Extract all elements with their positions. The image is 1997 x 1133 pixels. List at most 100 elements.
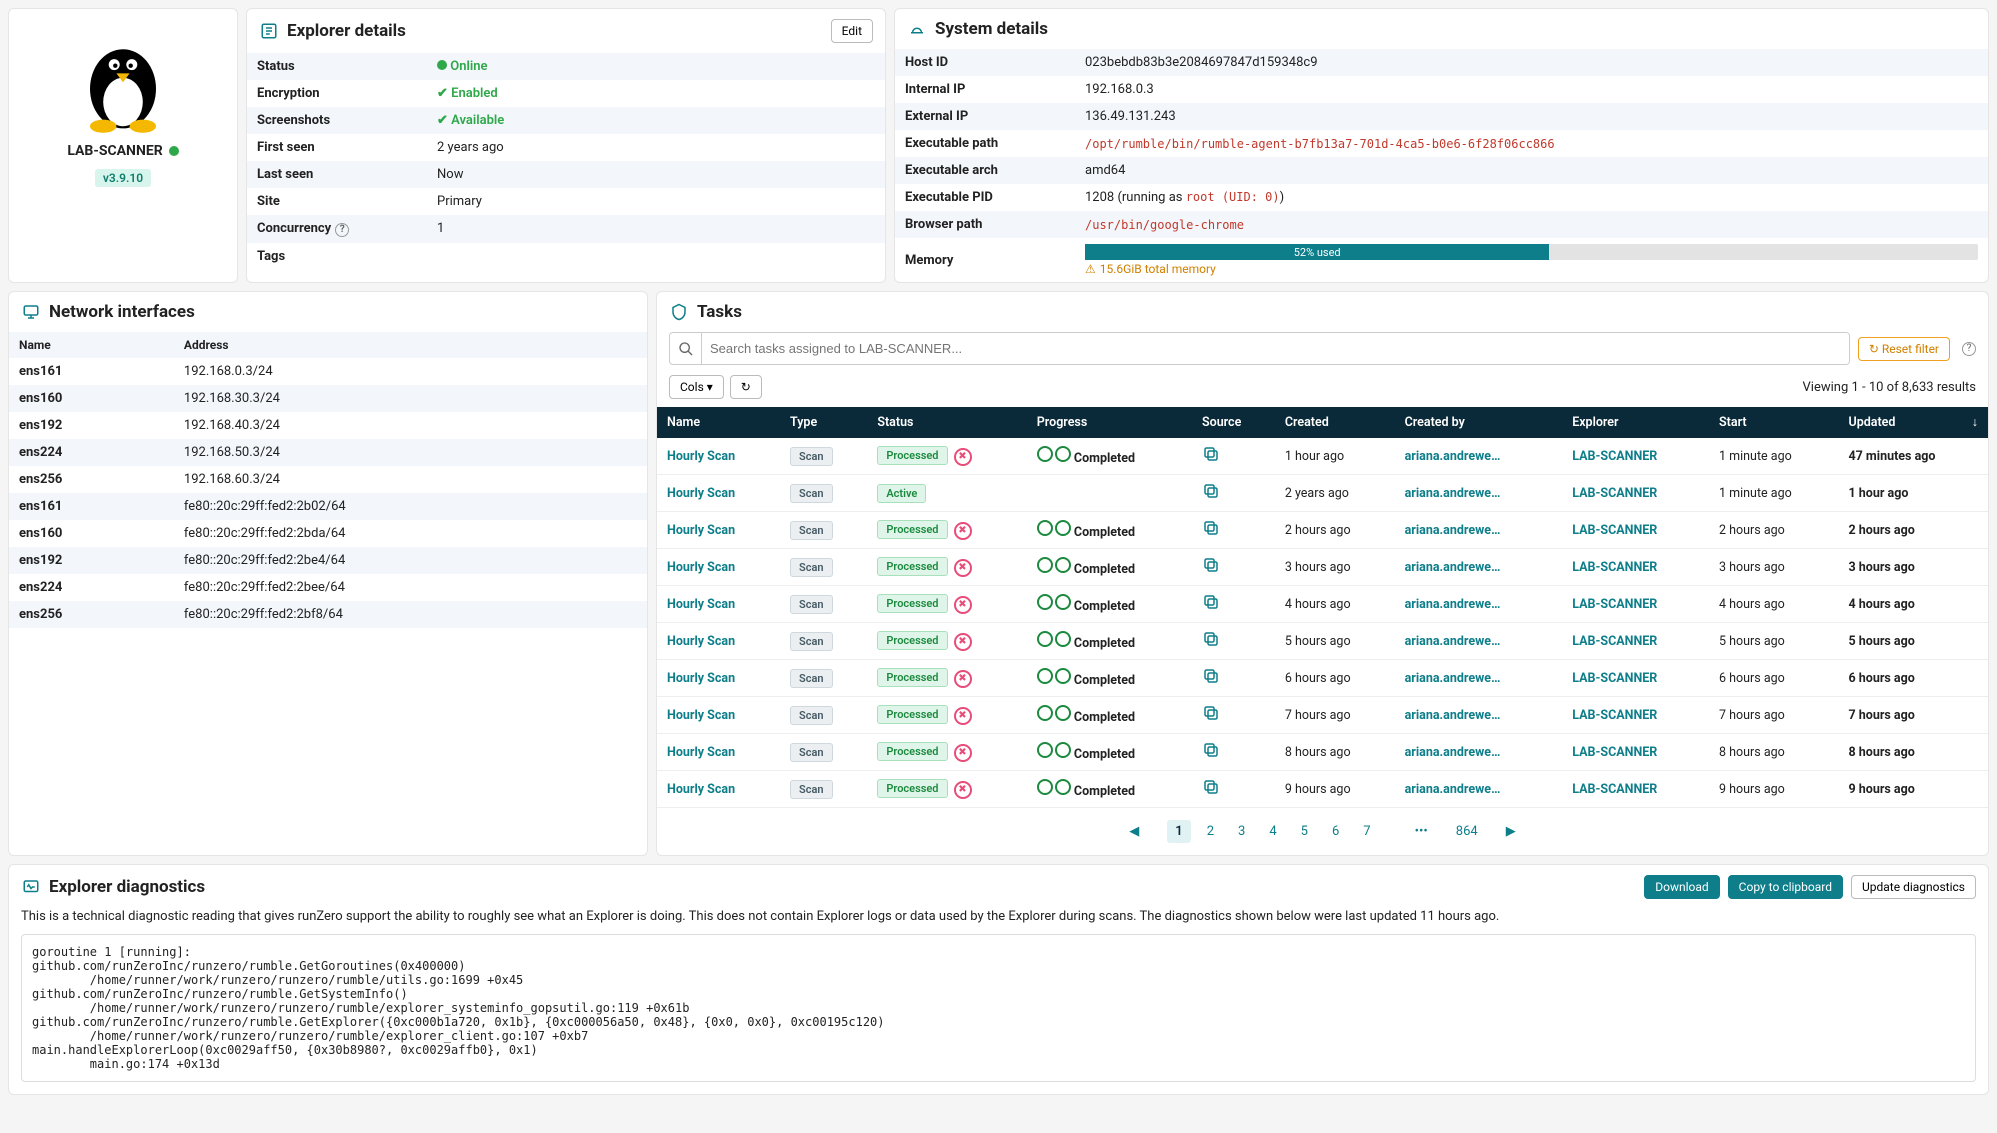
edit-button[interactable]: Edit — [831, 19, 873, 43]
pager-prev[interactable]: ◀ — [1121, 820, 1147, 843]
th-start[interactable]: Start — [1709, 407, 1838, 438]
task-name-link[interactable]: Hourly Scan — [667, 486, 735, 501]
net-row: ens192fe80::20c:29ff:fed2:2be4/64 — [9, 547, 647, 574]
progress-cell: Completed — [1027, 438, 1192, 475]
th-createdby[interactable]: Created by — [1395, 407, 1563, 438]
creator-link[interactable]: ariana.andrewes@runzero — [1405, 708, 1505, 723]
reset-filter-button[interactable]: ↻ Reset filter — [1858, 337, 1950, 361]
stop-icon[interactable]: ✖ — [954, 596, 972, 614]
source-icon[interactable] — [1202, 704, 1220, 722]
explorer-link[interactable]: LAB-SCANNER — [1572, 745, 1657, 760]
explorer-link[interactable]: LAB-SCANNER — [1572, 560, 1657, 575]
created-cell: 9 hours ago — [1275, 771, 1395, 808]
net-addr: fe80::20c:29ff:fed2:2bee/64 — [174, 574, 647, 601]
source-icon[interactable] — [1202, 741, 1220, 759]
pager-page[interactable]: 5 — [1293, 820, 1316, 843]
creator-link[interactable]: ariana.andrewes@runzero — [1405, 671, 1505, 686]
task-name-link[interactable]: Hourly Scan — [667, 634, 735, 649]
created-cell: 6 hours ago — [1275, 660, 1395, 697]
tasks-title: Tasks — [697, 302, 742, 322]
pager-page[interactable]: 7 — [1355, 820, 1378, 843]
system-icon — [907, 19, 927, 39]
stop-icon[interactable]: ✖ — [954, 744, 972, 762]
stop-icon[interactable]: ✖ — [954, 781, 972, 799]
memory-bar: 52% used — [1085, 244, 1978, 260]
explorer-link[interactable]: LAB-SCANNER — [1572, 597, 1657, 612]
creator-link[interactable]: ariana.andrewes@runzero — [1405, 523, 1505, 538]
progress-circles — [1037, 631, 1071, 647]
status-badge: Processed — [877, 631, 947, 650]
cols-button[interactable]: Cols ▾ — [669, 375, 724, 399]
source-icon[interactable] — [1202, 556, 1220, 574]
stop-icon[interactable]: ✖ — [954, 522, 972, 540]
pager-page[interactable]: 1 — [1167, 820, 1190, 843]
creator-link[interactable]: ariana.andrewes@runzero — [1405, 560, 1505, 575]
stop-icon[interactable]: ✖ — [954, 448, 972, 466]
pager-next[interactable]: ▶ — [1498, 820, 1524, 843]
explorer-link[interactable]: LAB-SCANNER — [1572, 671, 1657, 686]
memory-used: 52% used — [1085, 244, 1549, 260]
task-name-link[interactable]: Hourly Scan — [667, 449, 735, 464]
source-icon[interactable] — [1202, 667, 1220, 685]
stop-icon[interactable]: ✖ — [954, 707, 972, 725]
explorer-link[interactable]: LAB-SCANNER — [1572, 634, 1657, 649]
creator-link[interactable]: ariana.andrewes@runzero — [1405, 486, 1505, 501]
source-icon[interactable] — [1202, 519, 1220, 537]
th-type[interactable]: Type — [780, 407, 867, 438]
start-cell: 3 hours ago — [1709, 549, 1838, 586]
source-icon[interactable] — [1202, 593, 1220, 611]
copy-button[interactable]: Copy to clipboard — [1728, 875, 1843, 899]
th-name[interactable]: Name — [657, 407, 780, 438]
task-name-link[interactable]: Hourly Scan — [667, 523, 735, 538]
task-name-link[interactable]: Hourly Scan — [667, 708, 735, 723]
progress-cell: Completed — [1027, 771, 1192, 808]
task-name-link[interactable]: Hourly Scan — [667, 745, 735, 760]
task-name-link[interactable]: Hourly Scan — [667, 782, 735, 797]
type-badge: Scan — [790, 484, 833, 503]
task-name-link[interactable]: Hourly Scan — [667, 671, 735, 686]
pager-page[interactable]: 4 — [1261, 820, 1284, 843]
creator-link[interactable]: ariana.andrewes@runzero — [1405, 449, 1505, 464]
tasks-help-icon[interactable]: ? — [1962, 342, 1976, 356]
creator-link[interactable]: ariana.andrewes@runzero — [1405, 782, 1505, 797]
diagnostics-output[interactable]: goroutine 1 [running]: github.com/runZer… — [21, 934, 1976, 1082]
explorer-link[interactable]: LAB-SCANNER — [1572, 782, 1657, 797]
source-icon[interactable] — [1202, 482, 1220, 500]
net-name: ens224 — [9, 439, 174, 466]
system-details-panel: System details Host ID023bebdb83b3e20846… — [894, 8, 1989, 283]
start-cell: 9 hours ago — [1709, 771, 1838, 808]
creator-link[interactable]: ariana.andrewes@runzero — [1405, 634, 1505, 649]
pager-last[interactable]: 864 — [1448, 820, 1486, 843]
stop-icon[interactable]: ✖ — [954, 633, 972, 651]
task-name-link[interactable]: Hourly Scan — [667, 560, 735, 575]
help-icon[interactable]: ? — [335, 223, 349, 237]
update-diag-button[interactable]: Update diagnostics — [1851, 875, 1976, 899]
download-button[interactable]: Download — [1644, 875, 1719, 899]
explorer-link[interactable]: LAB-SCANNER — [1572, 449, 1657, 464]
refresh-button[interactable]: ↻ — [730, 375, 762, 399]
source-icon[interactable] — [1202, 445, 1220, 463]
search-input[interactable] — [702, 333, 1849, 364]
explorer-link[interactable]: LAB-SCANNER — [1572, 486, 1657, 501]
stop-icon[interactable]: ✖ — [954, 670, 972, 688]
pager-page[interactable]: 3 — [1230, 820, 1253, 843]
source-icon[interactable] — [1202, 778, 1220, 796]
source-icon[interactable] — [1202, 630, 1220, 648]
explorer-link[interactable]: LAB-SCANNER — [1572, 523, 1657, 538]
th-created[interactable]: Created — [1275, 407, 1395, 438]
stop-icon[interactable]: ✖ — [954, 559, 972, 577]
pager-page[interactable]: 6 — [1324, 820, 1347, 843]
pager-page[interactable]: 2 — [1199, 820, 1222, 843]
th-updated[interactable]: Updated ↓ — [1838, 407, 1988, 438]
task-name-link[interactable]: Hourly Scan — [667, 597, 735, 612]
type-badge: Scan — [790, 447, 833, 466]
creator-link[interactable]: ariana.andrewes@runzero — [1405, 745, 1505, 760]
th-status[interactable]: Status — [867, 407, 1026, 438]
creator-link[interactable]: ariana.andrewes@runzero — [1405, 597, 1505, 612]
th-progress[interactable]: Progress — [1027, 407, 1192, 438]
explorer-link[interactable]: LAB-SCANNER — [1572, 708, 1657, 723]
type-badge: Scan — [790, 706, 833, 725]
updated-cell: 1 hour ago — [1838, 475, 1988, 512]
th-explorer[interactable]: Explorer — [1562, 407, 1709, 438]
th-source[interactable]: Source — [1192, 407, 1275, 438]
